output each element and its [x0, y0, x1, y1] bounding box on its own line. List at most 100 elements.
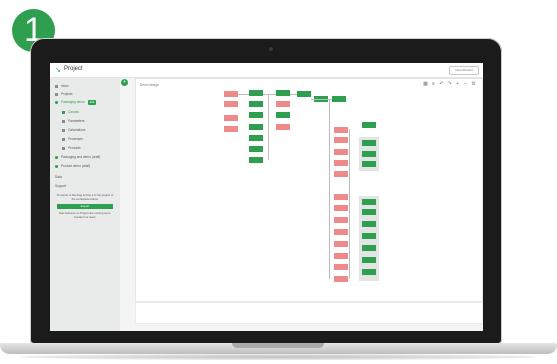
flow-node[interactable] — [334, 264, 348, 270]
flow-node[interactable] — [249, 135, 263, 141]
flow-node[interactable] — [362, 257, 376, 263]
flow-node[interactable] — [249, 124, 263, 130]
sidebar-item-packaging-demo[interactable]: Packaging demo Edit — [55, 100, 97, 105]
flow-node[interactable] — [276, 124, 290, 130]
flow-node[interactable] — [224, 91, 238, 97]
zoom-in-icon[interactable]: + — [455, 82, 460, 87]
parameters-icon — [62, 119, 65, 123]
flow-node[interactable] — [334, 205, 348, 211]
sidebar-item-label: Packaging demo — [61, 100, 85, 104]
flow-node[interactable] — [362, 245, 376, 251]
calculations-icon — [62, 128, 65, 132]
canvas-footer — [135, 302, 483, 324]
sidebar-item-label: Product demo (draft) — [61, 164, 91, 168]
connector-line — [268, 94, 269, 160]
flow-node[interactable] — [362, 209, 376, 215]
sidebar-item-label: Data — [55, 175, 62, 179]
flow-node[interactable] — [249, 146, 263, 152]
connector-line — [349, 129, 350, 279]
sidebar-item-label: Packaging and demo (draft) — [61, 155, 101, 159]
sidebar-item-label: Products — [68, 146, 81, 150]
sidebar-item-parameters[interactable]: Parameters — [62, 119, 84, 124]
app-logo-icon: ↘ — [55, 67, 61, 74]
flow-node[interactable] — [249, 101, 263, 107]
laptop-screen: ↘ Project Nomi Pouzet Inbox Projects Pac… — [50, 63, 483, 331]
flow-node[interactable] — [276, 112, 290, 118]
project-dot-icon — [55, 155, 58, 159]
connector-line — [290, 94, 297, 95]
flow-node[interactable] — [276, 90, 290, 96]
flow-node[interactable] — [334, 137, 348, 143]
flow-node[interactable] — [362, 122, 376, 128]
flow-node[interactable] — [334, 253, 348, 259]
flow-node[interactable] — [362, 161, 376, 167]
flow-node[interactable] — [332, 96, 346, 102]
grid-icon[interactable]: ▦ — [423, 82, 428, 87]
zoom-out-icon[interactable]: − — [463, 82, 468, 87]
folder-icon — [55, 92, 58, 96]
flow-node[interactable] — [276, 101, 290, 107]
flow-node[interactable] — [224, 126, 238, 132]
project-dot-icon — [55, 100, 58, 104]
flow-node[interactable] — [297, 91, 311, 97]
list-icon[interactable]: ≡ — [431, 82, 436, 87]
sidebar-item-inbox[interactable]: Inbox — [55, 84, 69, 89]
webcam-icon — [269, 47, 273, 51]
flow-node[interactable] — [334, 160, 348, 166]
sidebar-item-projects[interactable]: Projects — [55, 92, 73, 97]
flow-node[interactable] — [334, 194, 348, 200]
sidebar-item-label: Projects — [61, 92, 73, 96]
undo-icon[interactable]: ↶ — [439, 82, 444, 87]
export-button[interactable]: Export — [57, 204, 113, 209]
sidebar-item-canvas[interactable]: Canvas — [62, 110, 79, 115]
edit-tag[interactable]: Edit — [87, 100, 97, 105]
sidebar-item-label: Processes — [68, 137, 83, 141]
app-title: Project — [64, 66, 83, 72]
flow-node[interactable] — [334, 149, 348, 155]
flow-node[interactable] — [362, 140, 376, 146]
settings-icon[interactable]: ⚙ — [471, 82, 476, 87]
flow-node[interactable] — [334, 276, 348, 282]
flow-node[interactable] — [249, 90, 263, 96]
sidebar-item-product-draft[interactable]: Product demo (draft) — [55, 164, 90, 169]
flow-node[interactable] — [362, 151, 376, 157]
flow-node[interactable] — [334, 171, 348, 177]
sidebar-item-products[interactable]: Products — [62, 146, 81, 151]
flow-node[interactable] — [224, 101, 238, 107]
inbox-icon — [55, 84, 58, 88]
sidebar-item-label: Parameters — [68, 119, 85, 123]
sidebar-item-label: Inbox — [61, 84, 69, 88]
connector-line — [329, 99, 330, 279]
sidebar-item-processes[interactable]: Processes — [62, 137, 83, 142]
flow-node[interactable] — [362, 221, 376, 227]
canvas-toolbar: ▦ ≡ ↶ ↷ + − ⚙ — [423, 82, 476, 87]
sidebar-footer-text: New features on Project are coming soon.… — [58, 211, 112, 219]
flow-node[interactable] — [334, 217, 348, 223]
flow-node[interactable] — [334, 229, 348, 235]
add-icon[interactable]: + — [121, 79, 128, 86]
laptop-notch — [232, 343, 324, 348]
flow-node[interactable] — [334, 127, 348, 133]
flow-node[interactable] — [224, 115, 238, 121]
flow-node[interactable] — [362, 233, 376, 239]
sidebar-item-data[interactable]: Data — [55, 175, 62, 180]
redo-icon[interactable]: ↷ — [447, 82, 452, 87]
products-icon — [62, 146, 65, 150]
flow-node[interactable] — [362, 199, 376, 205]
flow-node[interactable] — [249, 112, 263, 118]
user-menu[interactable]: Nomi Pouzet — [449, 66, 479, 75]
connector-line — [263, 94, 276, 95]
canvas-icon — [62, 110, 65, 114]
flow-node[interactable] — [249, 157, 263, 163]
sidebar-item-label: Canvas — [68, 110, 79, 114]
sidebar-item-calculations[interactable]: Calculations — [62, 128, 85, 133]
sidebar-item-support[interactable]: Support — [55, 184, 66, 189]
connector-line — [238, 94, 249, 95]
project-dot-icon — [55, 164, 58, 168]
flow-node[interactable] — [362, 269, 376, 275]
flow-node[interactable] — [334, 241, 348, 247]
process-canvas[interactable]: Demo design ▦ ≡ ↶ ↷ + − ⚙ — [135, 78, 483, 302]
sidebar-item-packaging-draft[interactable]: Packaging and demo (draft) — [55, 155, 100, 160]
canvas-caption: Demo design — [140, 83, 159, 87]
processes-icon — [62, 137, 65, 141]
